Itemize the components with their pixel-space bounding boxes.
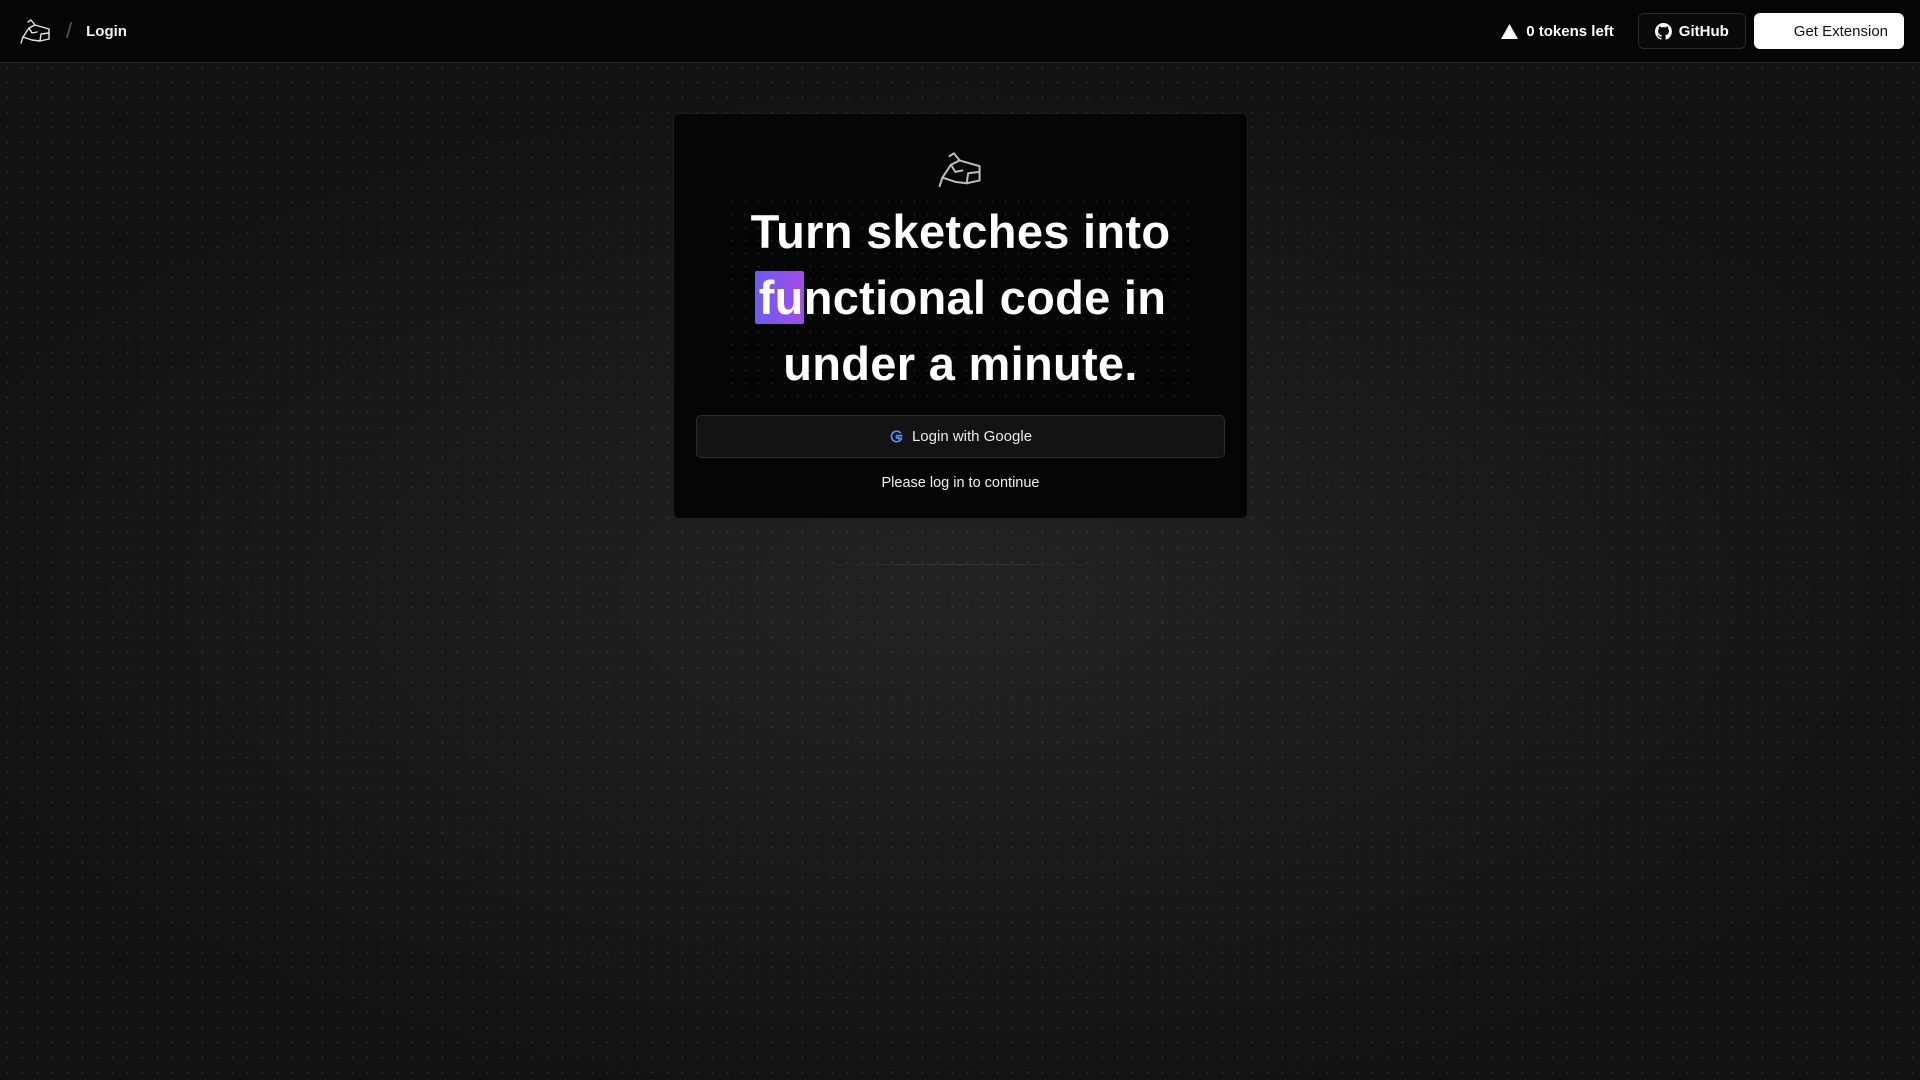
github-button-label: GitHub — [1678, 22, 1729, 40]
get-extension-button[interactable]: Get Extension — [1753, 13, 1904, 49]
login-card: Turn sketches into functional code in un… — [673, 113, 1248, 519]
token-counter: 0 tokens left — [1485, 23, 1630, 40]
login-with-google-label: Login with Google — [911, 428, 1033, 445]
breadcrumb-separator: / — [66, 18, 73, 43]
headline-highlight: fu — [754, 271, 804, 324]
hand-sketch-logo-icon[interactable] — [20, 17, 52, 45]
github-icon — [1654, 22, 1672, 40]
google-icon — [890, 430, 903, 443]
header-actions: 0 tokens left GitHub Get Extension — [1485, 13, 1904, 49]
headline-line-3: under a minute. — [783, 337, 1138, 390]
login-with-google-button[interactable]: Login with Google — [696, 415, 1225, 458]
hand-sketch-logo-icon — [938, 152, 981, 188]
github-button[interactable]: GitHub — [1637, 13, 1746, 49]
headline-line-2: nctional code in — [803, 271, 1167, 324]
hero-headline: Turn sketches into functional code in un… — [725, 195, 1196, 401]
triangle-warning-icon — [1501, 23, 1519, 39]
page: / Login 0 tokens left GitHub Get Extensi… — [0, 0, 1920, 1080]
login-hint-text: Please log in to continue — [881, 475, 1040, 491]
token-counter-label: 0 tokens left — [1526, 22, 1614, 40]
top-navigation-bar: / Login 0 tokens left GitHub Get Extensi… — [0, 0, 1920, 63]
breadcrumb: / Login — [20, 17, 127, 45]
breadcrumb-current: Login — [86, 22, 127, 40]
headline-line-1: Turn sketches into — [750, 205, 1171, 258]
divider — [810, 564, 1110, 565]
